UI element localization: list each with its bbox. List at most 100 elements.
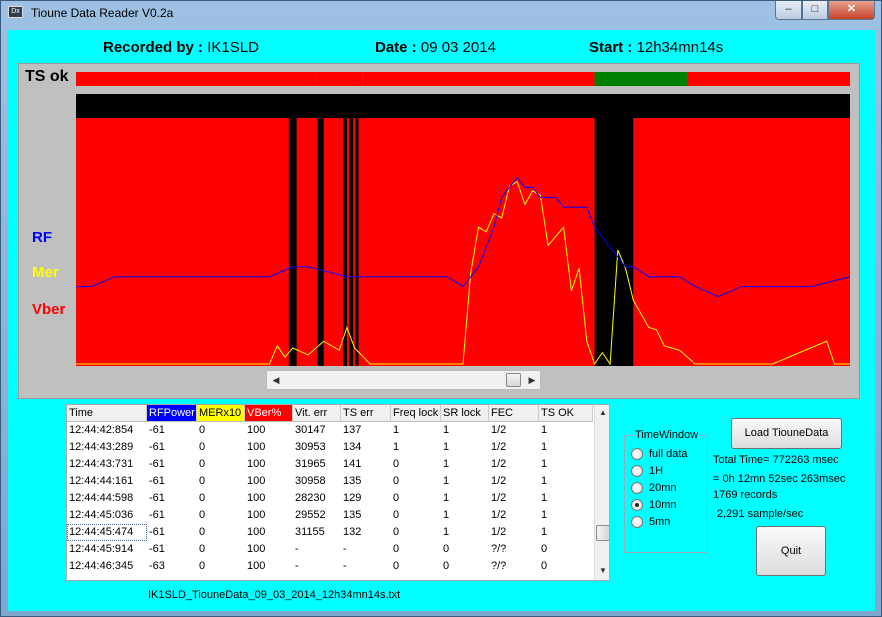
table-row[interactable]: 12:44:43:289 -61 0 100 30953 134 1 1 1/2 1 — [67, 439, 593, 456]
table-cell[interactable]: 0 — [197, 490, 245, 507]
table-cell[interactable]: 0 — [197, 507, 245, 524]
minimize-button[interactable]: – — [775, 1, 802, 20]
radio-icon[interactable] — [631, 482, 643, 494]
table-cell[interactable]: 100 — [245, 473, 293, 490]
table-row[interactable]: 12:44:46:345 -63 0 100- -0 0 ?/? 0 — [67, 558, 593, 575]
table-cell[interactable]: 100 — [245, 490, 293, 507]
data-table[interactable]: Time RFPower MERx10 VBer% Vit. err TS err Freq… — [66, 404, 610, 581]
table-cell[interactable]: 100 — [245, 422, 293, 439]
table-row[interactable]: 12:44:45:474 -61 0 100 31155 132 0 1 1/2 1 — [67, 524, 593, 541]
table-cell[interactable]: 135 — [341, 473, 391, 490]
table-cell[interactable]: 1 — [441, 439, 489, 456]
radio-icon[interactable] — [631, 499, 643, 511]
column-header[interactable]: TS OK — [539, 405, 593, 422]
radio-icon[interactable] — [631, 448, 643, 460]
table-cell[interactable]: 1 — [441, 473, 489, 490]
maximize-button[interactable]: □ — [802, 1, 828, 20]
table-cell[interactable]: 31155 — [293, 524, 341, 541]
table-cell[interactable]: 0 — [539, 558, 593, 575]
table-cell[interactable]: 1/2 — [489, 524, 539, 541]
table-cell[interactable]: 0 — [197, 422, 245, 439]
table-row[interactable]: 12:44:45:914 -61 0 100- -0 0 ?/? 0 — [67, 541, 593, 558]
table-cell[interactable]: 0 — [197, 439, 245, 456]
table-cell[interactable]: 29552 — [293, 507, 341, 524]
table-cell[interactable]: 1 — [539, 524, 593, 541]
table-cell[interactable]: -61 — [147, 439, 197, 456]
table-cell[interactable]: 0 — [197, 541, 245, 558]
table-row[interactable]: 12:44:42:854 -61 0 100 30147 137 1 1 1/2 1 — [67, 422, 593, 439]
table-cell[interactable]: 0 — [391, 490, 441, 507]
table-cell[interactable]: 12:44:45:914 — [67, 541, 147, 558]
table-cell[interactable]: 0 — [539, 541, 593, 558]
table-cell[interactable]: -63 — [147, 558, 197, 575]
column-header[interactable]: FEC — [489, 405, 539, 422]
table-cell[interactable]: 100 — [245, 439, 293, 456]
table-row[interactable]: 12:44:43:731 -61 0 100 31965 141 0 1 1/2 1 — [67, 456, 593, 473]
table-cell[interactable]: 0 — [197, 558, 245, 575]
table-cell[interactable]: 30147 — [293, 422, 341, 439]
table-cell[interactable]: 1/2 — [489, 456, 539, 473]
column-header[interactable]: TS err — [341, 405, 391, 422]
table-cell[interactable]: 12:44:44:161 — [67, 473, 147, 490]
column-header[interactable]: SR lock — [441, 405, 489, 422]
table-cell[interactable]: 132 — [341, 524, 391, 541]
table-cell[interactable]: 0 — [391, 541, 441, 558]
scroll-thumb[interactable] — [506, 373, 521, 387]
table-cell[interactable]: 1/2 — [489, 422, 539, 439]
table-cell[interactable]: 12:44:45:474 — [67, 524, 147, 541]
table-cell[interactable]: 0 — [391, 558, 441, 575]
column-header[interactable]: Freq lock — [391, 405, 441, 422]
scroll-down-icon[interactable]: ▼ — [597, 564, 609, 578]
table-cell[interactable]: -61 — [147, 473, 197, 490]
table-scroll-thumb[interactable] — [596, 525, 609, 541]
table-cell[interactable]: 1 — [441, 507, 489, 524]
table-cell[interactable]: 100 — [245, 507, 293, 524]
table-cell[interactable]: 1/2 — [489, 473, 539, 490]
table-cell[interactable]: 0 — [197, 456, 245, 473]
table-cell[interactable]: 129 — [341, 490, 391, 507]
table-cell[interactable]: 100 — [245, 524, 293, 541]
table-cell[interactable]: 30958 — [293, 473, 341, 490]
column-header[interactable]: MERx10 — [197, 405, 245, 422]
table-cell[interactable]: -61 — [147, 507, 197, 524]
table-row[interactable]: 12:44:45:036 -61 0 100 29552 135 0 1 1/2 1 — [67, 507, 593, 524]
scroll-up-icon[interactable]: ▲ — [597, 406, 609, 420]
table-cell[interactable]: 1 — [391, 439, 441, 456]
table-cell[interactable]: 12:44:44:598 — [67, 490, 147, 507]
radio-icon[interactable] — [631, 516, 643, 528]
table-cell[interactable]: -61 — [147, 456, 197, 473]
table-cell[interactable]: - — [341, 541, 391, 558]
table-cell[interactable]: -61 — [147, 422, 197, 439]
table-cell[interactable]: 12:44:43:289 — [67, 439, 147, 456]
load-tiounedata-button[interactable]: Load TiouneData — [731, 418, 842, 449]
table-cell[interactable]: -61 — [147, 541, 197, 558]
table-cell[interactable]: -61 — [147, 490, 197, 507]
graph-horizontal-scrollbar[interactable]: ◀ ▶ — [266, 370, 541, 390]
close-button[interactable]: ✕ — [828, 1, 875, 20]
table-cell[interactable]: 137 — [341, 422, 391, 439]
table-cell[interactable]: 12:44:45:036 — [67, 507, 147, 524]
title-bar[interactable]: Dx Tioune Data Reader V0.2a – □ ✕ — [1, 1, 881, 25]
table-cell[interactable]: 134 — [341, 439, 391, 456]
table-cell[interactable]: 0 — [391, 524, 441, 541]
table-cell[interactable]: 0 — [391, 507, 441, 524]
table-cell[interactable]: 12:44:43:731 — [67, 456, 147, 473]
table-cell[interactable]: 0 — [197, 473, 245, 490]
table-cell[interactable]: 1 — [441, 422, 489, 439]
table-cell[interactable]: - — [293, 558, 341, 575]
table-cell[interactable]: 1 — [539, 456, 593, 473]
table-row[interactable]: 12:44:44:161 -61 0 100 30958 135 0 1 1/2 1 — [67, 473, 593, 490]
table-cell[interactable]: 1 — [539, 507, 593, 524]
table-cell[interactable]: 1/2 — [489, 507, 539, 524]
table-cell[interactable]: 1 — [441, 524, 489, 541]
radio-icon[interactable] — [631, 465, 643, 477]
table-cell[interactable]: 1 — [539, 439, 593, 456]
column-header[interactable]: Vit. err — [293, 405, 341, 422]
table-vertical-scrollbar[interactable]: ▲ ▼ — [594, 405, 609, 580]
table-cell[interactable]: ?/? — [489, 558, 539, 575]
table-cell[interactable]: 12:44:42:854 — [67, 422, 147, 439]
table-cell[interactable]: 1 — [539, 473, 593, 490]
table-row[interactable]: 12:44:44:598 -61 0 100 28230 129 0 1 1/2 1 — [67, 490, 593, 507]
table-cell[interactable]: 1 — [441, 490, 489, 507]
scroll-left-icon[interactable]: ◀ — [269, 373, 283, 387]
